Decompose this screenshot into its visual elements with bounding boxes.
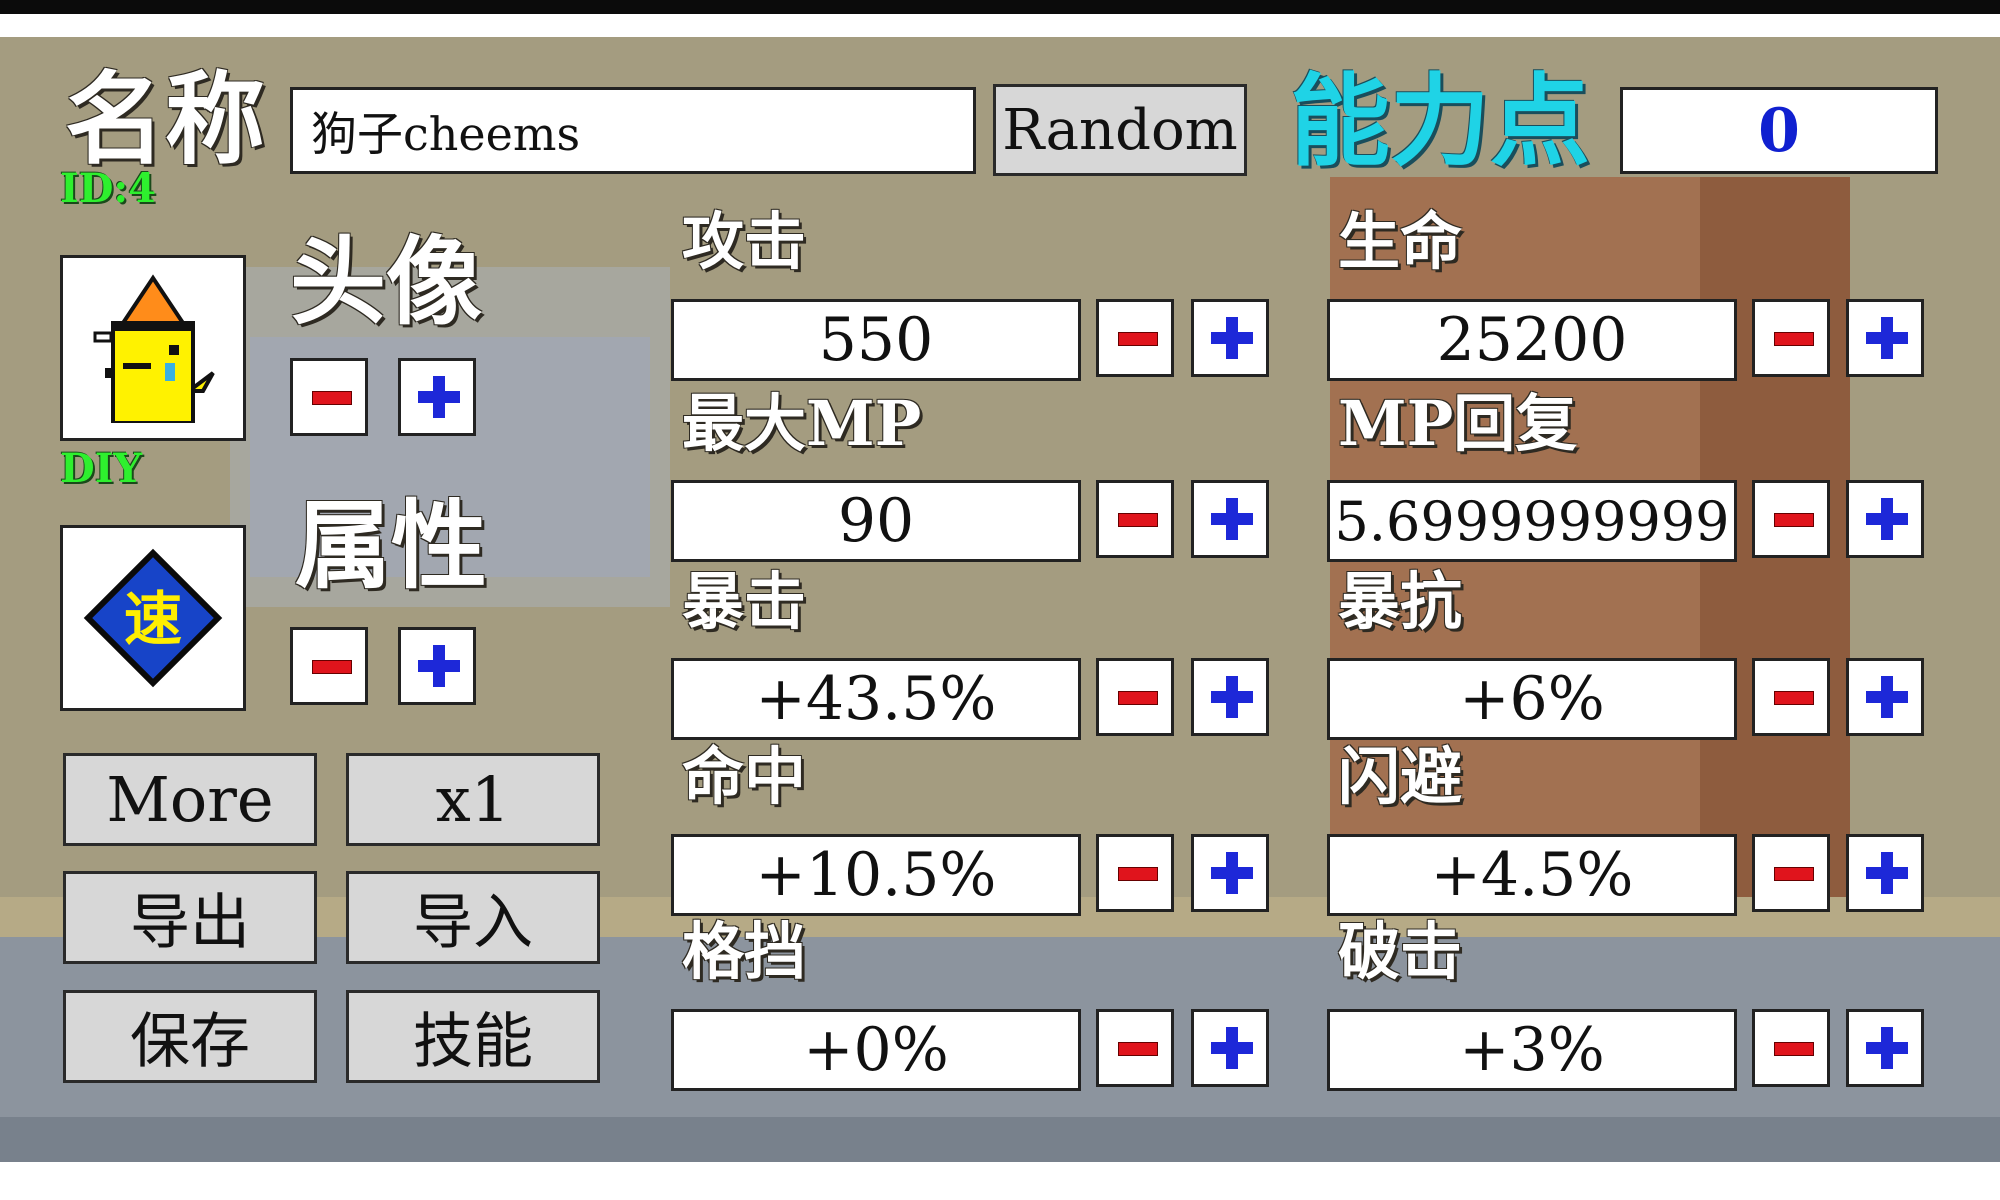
stat-value-mp-regen[interactable]: 5.6999999999 — [1327, 480, 1737, 562]
multiplier-button[interactable]: x1 — [346, 753, 600, 846]
top-status-bar — [0, 0, 2000, 14]
stat-plus-max-mp[interactable] — [1191, 480, 1269, 558]
plus-icon-vertical — [1881, 317, 1893, 359]
stat-value-dodge[interactable]: +4.5% — [1327, 834, 1737, 916]
stat-value-block[interactable]: +0% — [671, 1009, 1081, 1091]
plus-icon-vertical — [1881, 676, 1893, 718]
stat-plus-block[interactable] — [1191, 1009, 1269, 1087]
character-id: ID:4 — [60, 165, 156, 212]
more-button[interactable]: More — [63, 753, 317, 846]
minus-icon — [1774, 513, 1814, 527]
plus-icon-vertical — [1881, 1027, 1893, 1069]
name-label: 名称 — [65, 61, 265, 178]
avatar-label: 头像 — [290, 226, 482, 338]
character-editor-panel: 名称 ID:4 狗子cheems Random 能力点 0 头像 DIY 速 属… — [0, 37, 2000, 1162]
stat-label-dodge: 闪避 — [1338, 740, 1463, 813]
minus-icon — [1118, 691, 1158, 705]
stat-value-attack[interactable]: 550 — [671, 299, 1081, 381]
stat-minus-block[interactable] — [1096, 1009, 1174, 1087]
save-button[interactable]: 保存 — [63, 990, 317, 1083]
stat-minus-hp[interactable] — [1752, 299, 1830, 377]
stat-plus-attack[interactable] — [1191, 299, 1269, 377]
name-input[interactable]: 狗子cheems — [290, 87, 976, 174]
stat-label-hp: 生命 — [1338, 205, 1463, 278]
minus-icon — [1774, 867, 1814, 881]
stat-label-mp-regen: MP回复 — [1338, 387, 1578, 460]
stat-label-hit: 命中 — [682, 740, 807, 813]
stat-value-break[interactable]: +3% — [1327, 1009, 1737, 1091]
minus-icon — [1118, 1042, 1158, 1056]
minus-icon — [1118, 332, 1158, 346]
avatar-tag: DIY — [60, 445, 142, 492]
stat-minus-crit-resist[interactable] — [1752, 658, 1830, 736]
stat-minus-mp-regen[interactable] — [1752, 480, 1830, 558]
attribute-preview: 速 — [60, 525, 246, 711]
stat-label-crit: 暴击 — [682, 565, 807, 638]
attribute-label: 属性 — [295, 490, 487, 602]
stat-value-crit-resist[interactable]: +6% — [1327, 658, 1737, 740]
plus-icon-vertical — [433, 376, 445, 418]
avatar-preview — [60, 255, 246, 441]
skills-button[interactable]: 技能 — [346, 990, 600, 1083]
plus-icon-vertical — [1226, 317, 1238, 359]
stat-label-block: 格挡 — [682, 915, 807, 988]
stat-value-hit[interactable]: +10.5% — [671, 834, 1081, 916]
stat-value-max-mp[interactable]: 90 — [671, 480, 1081, 562]
stat-label-crit-resist: 暴抗 — [1338, 565, 1463, 638]
stat-value-hp[interactable]: 25200 — [1327, 299, 1737, 381]
plus-icon-vertical — [1881, 498, 1893, 540]
stat-plus-hp[interactable] — [1846, 299, 1924, 377]
export-button[interactable]: 导出 — [63, 871, 317, 964]
plus-icon-vertical — [1226, 676, 1238, 718]
minus-icon — [1774, 691, 1814, 705]
stat-minus-dodge[interactable] — [1752, 834, 1830, 912]
plus-icon-vertical — [1881, 852, 1893, 894]
stat-label-max-mp: 最大MP — [682, 387, 922, 460]
stat-plus-hit[interactable] — [1191, 834, 1269, 912]
random-name-button[interactable]: Random — [993, 84, 1247, 176]
import-button[interactable]: 导入 — [346, 871, 600, 964]
plus-icon-vertical — [1226, 498, 1238, 540]
minus-icon — [1774, 1042, 1814, 1056]
stat-minus-max-mp[interactable] — [1096, 480, 1174, 558]
stat-minus-hit[interactable] — [1096, 834, 1174, 912]
stat-minus-break[interactable] — [1752, 1009, 1830, 1087]
stat-plus-break[interactable] — [1846, 1009, 1924, 1087]
avatar-next-button[interactable] — [398, 358, 476, 436]
plus-icon-vertical — [1226, 1027, 1238, 1069]
stat-minus-attack[interactable] — [1096, 299, 1174, 377]
plus-icon-vertical — [1226, 852, 1238, 894]
minus-icon — [1118, 513, 1158, 527]
stat-label-break: 破击 — [1338, 915, 1463, 988]
attribute-icon-char: 速 — [124, 585, 182, 653]
minus-icon — [1118, 867, 1158, 881]
ability-points-label: 能力点 — [1290, 63, 1590, 180]
stat-plus-crit-resist[interactable] — [1846, 658, 1924, 736]
background-floor-stripe — [0, 1117, 2000, 1162]
stat-label-attack: 攻击 — [682, 205, 807, 278]
plus-icon-vertical — [433, 645, 445, 687]
minus-icon — [1774, 332, 1814, 346]
avatar-prev-button[interactable] — [290, 358, 368, 436]
speed-diamond-icon: 速 — [83, 548, 223, 688]
minus-icon — [312, 660, 352, 674]
stat-value-crit[interactable]: +43.5% — [671, 658, 1081, 740]
stat-minus-crit[interactable] — [1096, 658, 1174, 736]
yellow-bird-with-hat-icon — [93, 274, 215, 423]
attribute-next-button[interactable] — [398, 627, 476, 705]
attribute-prev-button[interactable] — [290, 627, 368, 705]
stat-plus-dodge[interactable] — [1846, 834, 1924, 912]
ability-points-value: 0 — [1620, 87, 1938, 174]
stat-plus-crit[interactable] — [1191, 658, 1269, 736]
minus-icon — [312, 391, 352, 405]
stat-plus-mp-regen[interactable] — [1846, 480, 1924, 558]
